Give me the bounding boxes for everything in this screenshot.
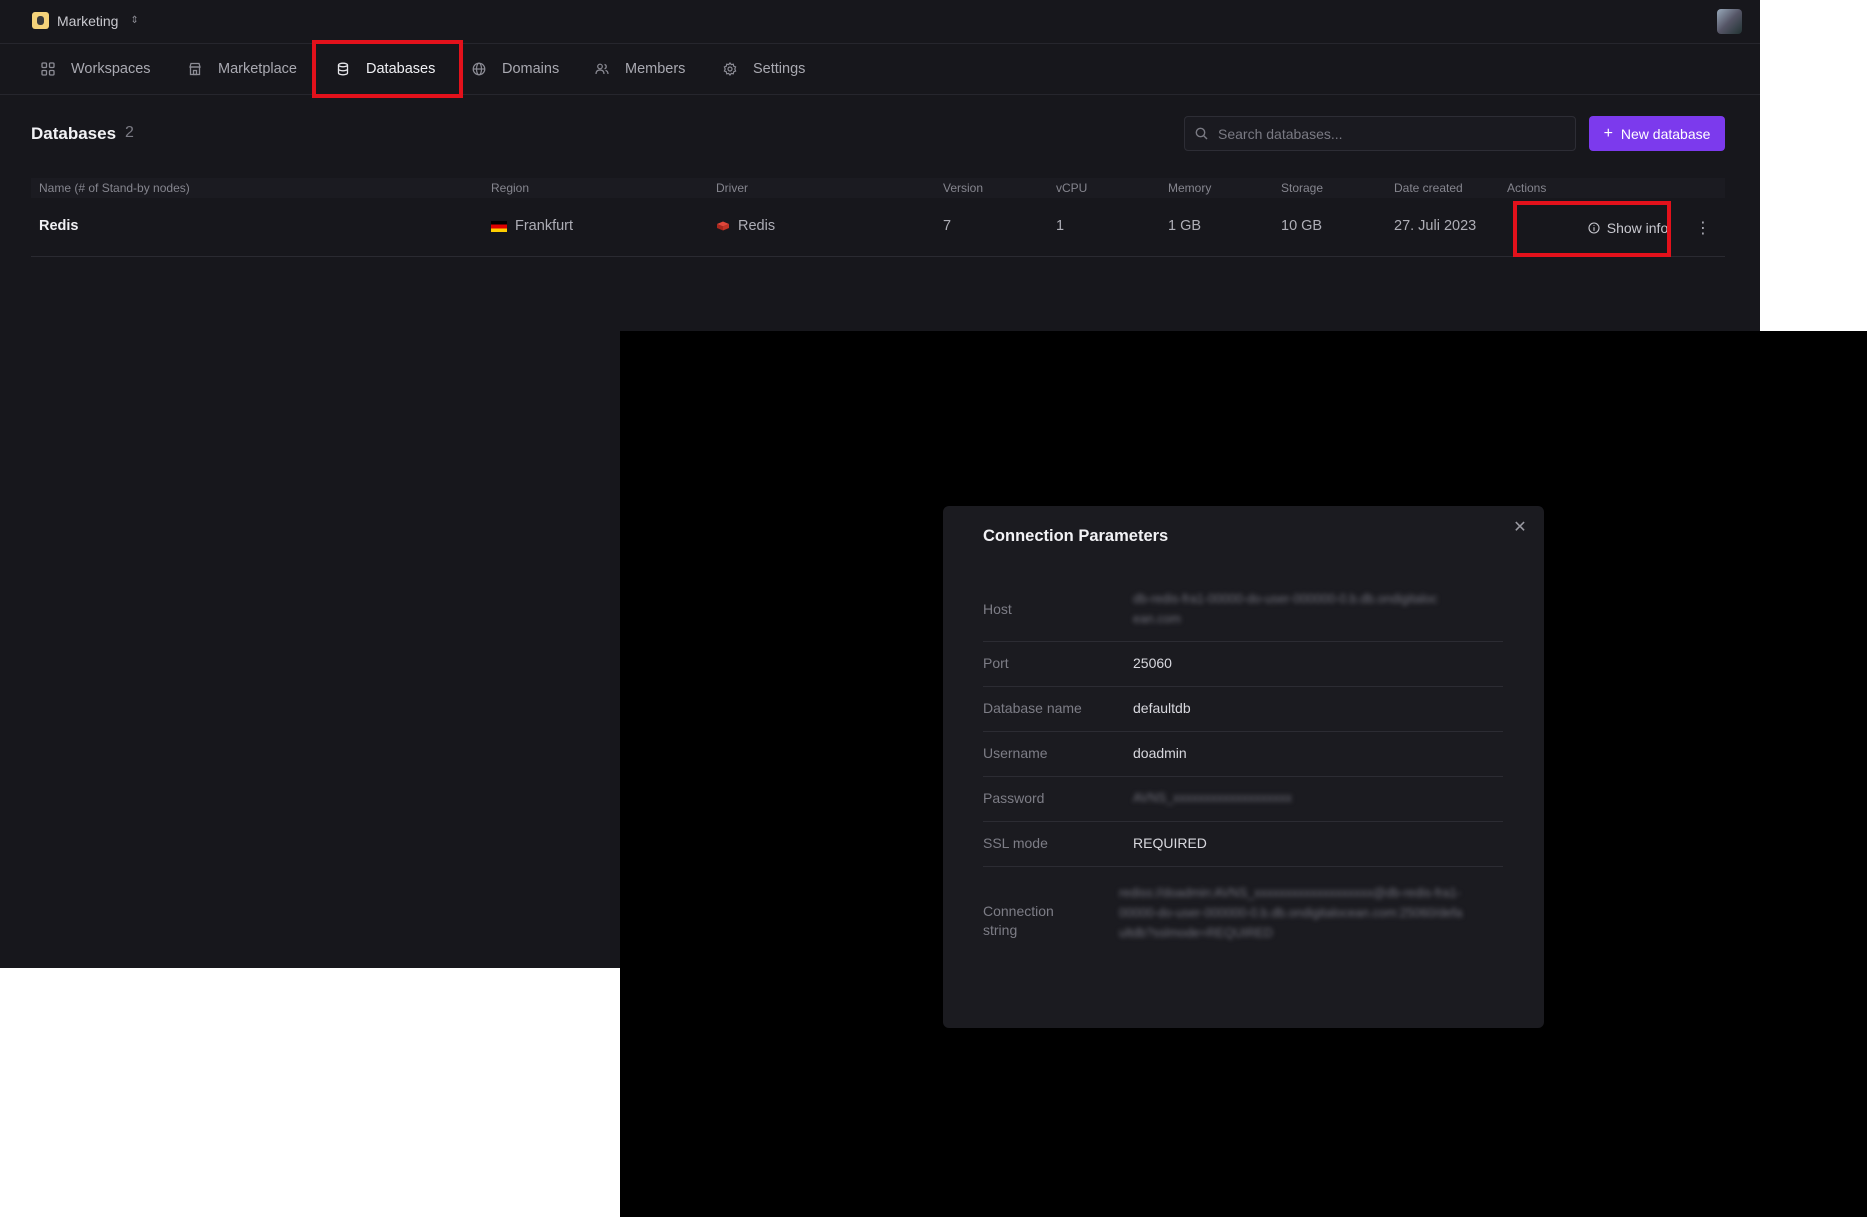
- column-header: Memory: [1168, 181, 1212, 195]
- column-header: Name (# of Stand-by nodes): [39, 181, 190, 195]
- tab-workspaces[interactable]: Workspaces: [41, 44, 151, 94]
- column-header: Driver: [716, 181, 748, 195]
- param-label: Password: [983, 790, 1045, 806]
- table-header: Name (# of Stand-by nodes) Region Driver…: [31, 178, 1725, 198]
- avatar[interactable]: [1717, 9, 1742, 34]
- version-cell: 7: [943, 218, 952, 234]
- param-ssl-mode: SSL mode REQUIRED: [983, 822, 1503, 867]
- column-header: Storage: [1281, 181, 1324, 195]
- driver-label: Redis: [738, 218, 776, 234]
- column-header: vCPU: [1056, 181, 1088, 195]
- database-count: 2: [125, 124, 134, 141]
- host-value: db-redis-fra1-00000-do-user-000000-0.b.d…: [1133, 592, 1438, 626]
- tab-label: Domains: [502, 61, 560, 77]
- tab-label: Workspaces: [71, 61, 151, 77]
- top-bar: Marketing ⇕: [0, 0, 1760, 44]
- region-cell: Frankfurt: [491, 218, 573, 234]
- tab-label: Marketplace: [218, 61, 297, 77]
- store-icon: [189, 62, 201, 76]
- globe-icon: [472, 62, 486, 76]
- highlight-show-info: [1513, 201, 1671, 257]
- main-nav: Workspaces Marketplace Databases Domains…: [0, 44, 1760, 95]
- port-value: 25060: [1133, 655, 1172, 671]
- page-title: Databases: [31, 124, 117, 143]
- storage-cell: 10 GB: [1281, 218, 1323, 234]
- dialog-title: Connection Parameters: [983, 527, 1169, 545]
- param-label: Port: [983, 655, 1009, 671]
- gear-icon: [723, 62, 737, 76]
- search-field[interactable]: [1184, 116, 1576, 151]
- table-row[interactable]: Redis Frankfurt Redis 7 1 1 GB 10 GB 27.…: [31, 200, 1725, 257]
- germany-flag-icon: [491, 220, 507, 232]
- more-options-icon[interactable]: ⋮: [1695, 218, 1711, 238]
- param-password: Password AVNS_xxxxxxxxxxxxxxxxxxx: [983, 777, 1503, 822]
- param-database-name: Database name defaultdb: [983, 687, 1503, 732]
- search-input[interactable]: [1216, 124, 1560, 143]
- highlight-databases-tab: [312, 40, 463, 98]
- tab-domains[interactable]: Domains: [472, 44, 559, 94]
- tab-marketplace[interactable]: Marketplace: [188, 44, 297, 94]
- param-host: Host db-redis-fra1-00000-do-user-000000-…: [983, 579, 1503, 642]
- database-name[interactable]: Redis: [39, 218, 79, 234]
- param-label: SSL mode: [983, 835, 1048, 851]
- chevron-updown-icon: ⇕: [130, 14, 139, 26]
- date-created-cell: 27. Juli 2023: [1394, 218, 1477, 234]
- workspace-logo-icon: [32, 12, 49, 29]
- search-icon: [1195, 127, 1208, 140]
- region-label: Frankfurt: [515, 218, 574, 234]
- param-username: Username doadmin: [983, 732, 1503, 777]
- tab-label: Settings: [753, 61, 806, 77]
- new-database-button[interactable]: + New database: [1589, 116, 1725, 151]
- memory-cell: 1 GB: [1168, 218, 1202, 234]
- column-header: Region: [491, 181, 530, 195]
- new-database-label: New database: [1620, 125, 1711, 142]
- column-header: Version: [943, 181, 984, 195]
- column-header: Date created: [1394, 181, 1463, 195]
- username-value: doadmin: [1133, 745, 1187, 761]
- tab-members[interactable]: Members: [595, 44, 685, 94]
- redis-icon: [717, 221, 729, 231]
- param-port: Port 25060: [983, 642, 1503, 687]
- database-name-value: defaultdb: [1133, 700, 1191, 716]
- param-label: Connection string: [983, 903, 1054, 938]
- plus-icon: +: [1603, 124, 1613, 142]
- ssl-mode-value: REQUIRED: [1133, 835, 1207, 851]
- param-label: Database name: [983, 700, 1082, 716]
- vcpu-cell: 1: [1056, 218, 1065, 234]
- param-connection-string: Connection string rediss://doadmin:AVNS_…: [983, 867, 1503, 977]
- tab-settings[interactable]: Settings: [723, 44, 805, 94]
- connection-parameters-dialog: Connection Parameters ✕ Host db-redis-fr…: [943, 506, 1544, 1028]
- workspace-name: Marketing: [57, 12, 119, 29]
- grid-icon: [41, 62, 55, 76]
- connection-string-value: rediss://doadmin:AVNS_xxxxxxxxxxxxxxxxxx…: [1119, 886, 1463, 940]
- workspace-switcher[interactable]: Marketing ⇕: [32, 12, 139, 29]
- param-label: Username: [983, 745, 1048, 761]
- column-header: Actions: [1507, 181, 1547, 195]
- tab-label: Members: [625, 61, 686, 77]
- param-label: Host: [983, 601, 1012, 617]
- users-icon: [595, 63, 609, 75]
- close-icon[interactable]: ✕: [1512, 520, 1528, 536]
- password-value: AVNS_xxxxxxxxxxxxxxxxxxx: [1133, 791, 1292, 805]
- driver-cell: Redis: [716, 218, 775, 234]
